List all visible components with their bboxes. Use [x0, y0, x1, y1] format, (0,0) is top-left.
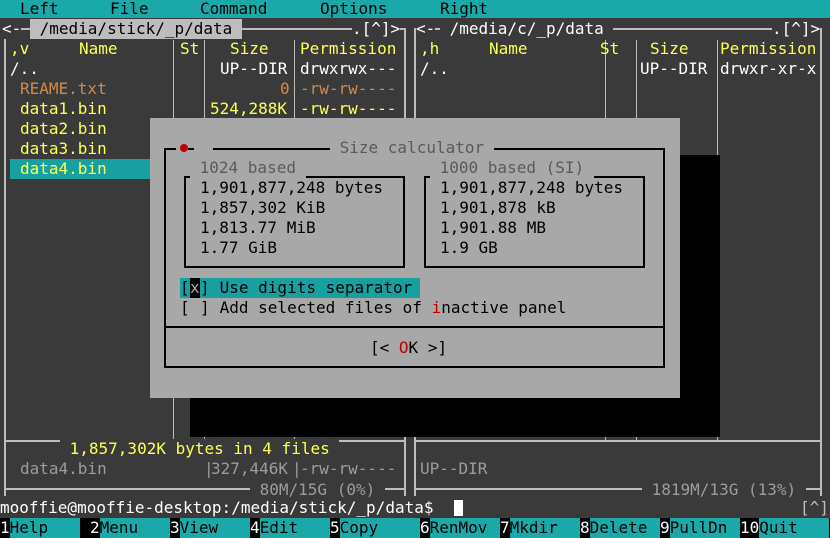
command-line-marker[interactable]: [^]: [800, 498, 829, 518]
file-name: /..: [420, 59, 449, 78]
file-name: data4.bin: [20, 159, 107, 178]
close-dot-icon[interactable]: [180, 144, 188, 152]
fkey-menu[interactable]: 2Menu: [90, 518, 170, 538]
right-col-size[interactable]: Size: [650, 39, 689, 59]
command-line[interactable]: mooffie@mooffie-desktop:/media/stick/_p/…: [0, 498, 830, 518]
status-file-size: 327,446K: [211, 459, 289, 478]
right-col-permission[interactable]: Permission: [720, 39, 816, 59]
file-name: /..: [10, 59, 39, 78]
selection-summary: 1,857,302K bytes in 4 files: [60, 439, 340, 459]
menu-left[interactable]: Left: [20, 0, 59, 19]
fkey-copy[interactable]: 5Copy: [330, 518, 420, 538]
right-panel-path-controls[interactable]: .[^]>: [772, 19, 821, 39]
checkbox-digits-separator[interactable]: [ x ] Use digits separator: [180, 278, 420, 298]
shell-prompt: mooffie@mooffie-desktop:/media/stick/_p/…: [0, 498, 434, 517]
right-panel-path[interactable]: /media/c/_p/data: [440, 19, 614, 39]
menu-file[interactable]: File: [110, 0, 149, 19]
file-size: 524,288K: [210, 99, 288, 118]
fkey-mkdir[interactable]: 7Mkdir: [500, 518, 580, 538]
left-sort-indicator[interactable]: ,v: [10, 39, 29, 59]
file-name: data1.bin: [20, 99, 107, 118]
size-bytes-1000: 1,901,877,248 bytes: [440, 178, 624, 197]
menu-bar: Left File Command Options Right: [0, 0, 830, 18]
fkey-help[interactable]: 1Help: [0, 518, 80, 538]
size-gb: 1.9 GB: [440, 238, 498, 257]
checkbox-inactive-mark: [190, 298, 200, 318]
file-permission: -rw-rw----: [300, 99, 397, 118]
size-bytes-1024: 1,901,877,248 bytes: [200, 178, 384, 197]
size-kib: 1,857,302 KiB: [200, 198, 326, 217]
left-disk-info: 80M/15G (0%): [250, 480, 385, 500]
file-size: UP--DIR: [640, 59, 708, 78]
text-cursor: [454, 500, 463, 516]
status-file-permission: -rw-rw----: [300, 459, 397, 478]
fkey-renmov[interactable]: 6RenMov: [420, 518, 500, 538]
left-col-status[interactable]: St: [180, 39, 199, 59]
checkbox-digits-mark: x: [190, 278, 200, 298]
group-1024-title: 1024 based: [190, 158, 306, 178]
left-panel-path[interactable]: /media/stick/_p/data: [30, 19, 242, 39]
file-size: UP--DIR: [220, 59, 288, 78]
file-name: REAME.txt: [20, 79, 107, 98]
right-disk-info: 1819M/13G (13%): [642, 480, 806, 500]
size-kb: 1,901,878 kB: [440, 198, 556, 217]
size-gib: 1.77 GiB: [200, 238, 278, 257]
status-file-name: data4.bin: [20, 459, 107, 478]
fkey-pulldn[interactable]: 9PullDn: [660, 518, 740, 538]
file-permission: -rw-rw----: [300, 79, 397, 98]
left-col-name[interactable]: Name: [79, 39, 118, 59]
right-status-text: UP--DIR: [420, 459, 488, 478]
file-size: 0: [280, 79, 290, 98]
dialog-title: Size calculator: [330, 138, 494, 158]
menu-command[interactable]: Command: [200, 0, 267, 19]
fkey-edit[interactable]: 4Edit: [250, 518, 330, 538]
file-permission: drwxrwx---: [300, 59, 397, 78]
fkey-quit[interactable]: 10Quit: [740, 518, 830, 538]
ok-button[interactable]: [< OK >]: [370, 338, 460, 358]
right-panel-prefix[interactable]: <-: [416, 19, 436, 39]
size-calculator-dialog: Size calculator 1024 based 1,901,877,248…: [150, 118, 680, 398]
size-mb: 1,901.88 MB: [440, 218, 546, 237]
right-sort-indicator[interactable]: ,h: [420, 39, 439, 59]
menu-options[interactable]: Options: [320, 0, 387, 19]
file-row-selected[interactable]: data4.bin: [10, 159, 150, 179]
file-name: data3.bin: [20, 139, 107, 158]
checkbox-digits-label: Use digits separator: [210, 278, 413, 297]
left-panel-path-controls[interactable]: .[^]>: [352, 19, 401, 39]
checkbox-inactive-panel[interactable]: [ ] Add selected files of inactive panel: [180, 298, 600, 318]
group-1000-title: 1000 based (SI): [430, 158, 594, 178]
checkbox-inactive-label: Add selected files of inactive panel: [210, 298, 567, 317]
left-panel-prefix[interactable]: <-: [2, 19, 22, 39]
fkey-delete[interactable]: 8Delete: [580, 518, 660, 538]
function-key-bar: 1Help 2Menu 3View 4Edit 5Copy 6RenMov 7M…: [0, 518, 830, 538]
menu-right[interactable]: Right: [440, 0, 488, 19]
size-mib: 1,813.77 MiB: [200, 218, 316, 237]
right-col-name[interactable]: Name: [489, 39, 528, 59]
left-col-size[interactable]: Size: [230, 39, 269, 59]
file-name: data2.bin: [20, 119, 107, 138]
file-permission: drwxr-xr-x: [720, 59, 817, 78]
right-col-status[interactable]: St: [600, 39, 619, 59]
fkey-view[interactable]: 3View: [170, 518, 250, 538]
left-col-permission[interactable]: Permission: [300, 39, 396, 59]
